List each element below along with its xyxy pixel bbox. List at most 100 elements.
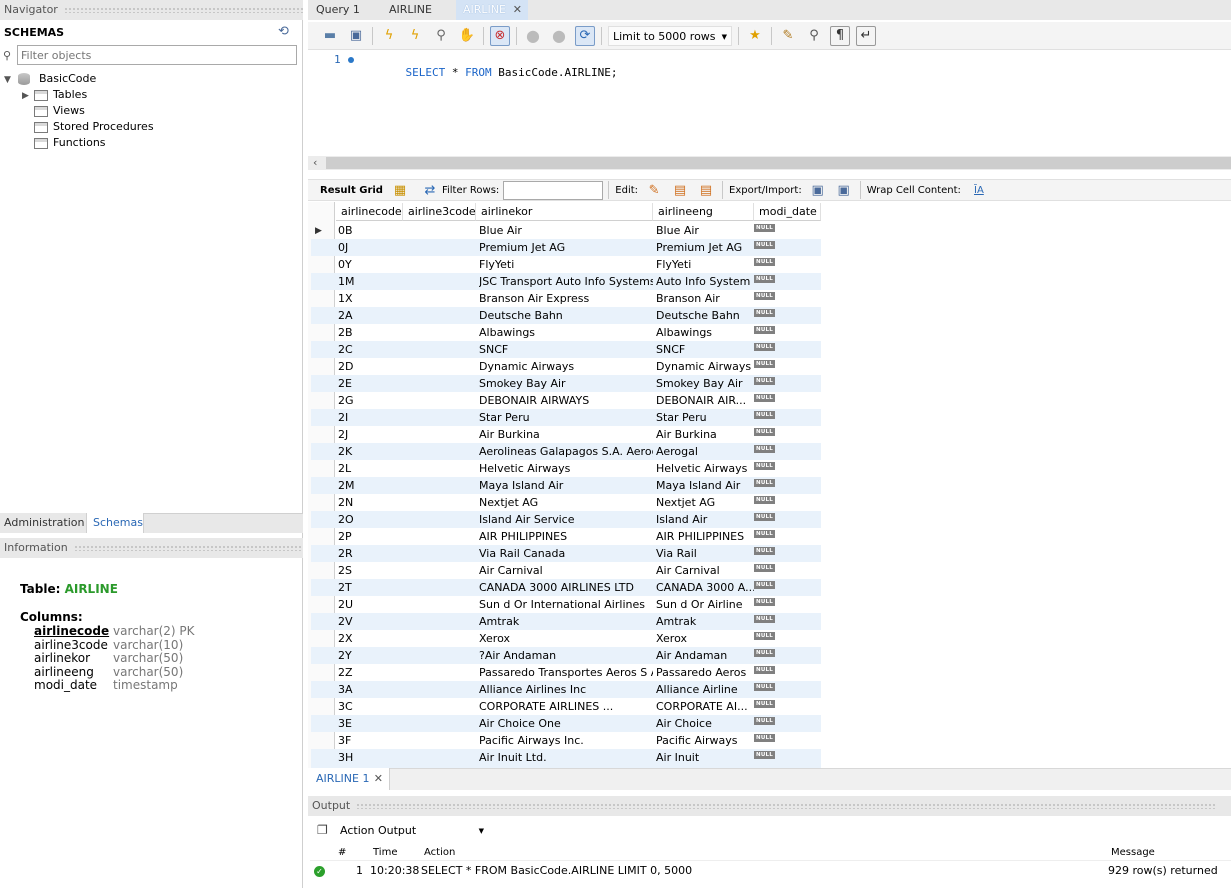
table-row[interactable]: 2D Dynamic Airways Dynamic Airways NULL <box>311 358 821 375</box>
import-icon[interactable]: ▣ <box>834 180 854 200</box>
execute-current-icon[interactable]: ϟ <box>405 26 425 46</box>
cell-airlinekor[interactable]: Island Air Service <box>479 511 653 528</box>
cell-airlineeng[interactable]: Air Inuit <box>656 749 754 766</box>
cell-airline3code[interactable] <box>404 698 476 715</box>
sql-editor[interactable]: 1 SELECT * FROM BasicCode.AIRLINE; <box>308 50 1231 156</box>
cell-airline3code[interactable] <box>404 732 476 749</box>
find-icon[interactable]: ⚲ <box>804 26 824 46</box>
cell-airlinecode[interactable]: 3E <box>338 715 404 732</box>
cell-airline3code[interactable] <box>404 443 476 460</box>
cell-modi-date-null-badge[interactable]: NULL <box>754 666 775 674</box>
cell-airlinekor[interactable]: Maya Island Air <box>479 477 653 494</box>
cell-airlineeng[interactable]: Branson Air <box>656 290 754 307</box>
cell-modi-date-null-badge[interactable]: NULL <box>754 479 775 487</box>
cell-airline3code[interactable] <box>404 273 476 290</box>
sql-text[interactable]: SELECT * FROM BasicCode.AIRLINE; <box>379 53 618 92</box>
tree-item-views[interactable]: Views <box>34 103 85 119</box>
cell-airlinecode[interactable]: 2L <box>338 460 404 477</box>
cell-airlineeng[interactable]: Helvetic Airways <box>656 460 754 477</box>
cell-airlinecode[interactable]: 2C <box>338 341 404 358</box>
cell-airlinekor[interactable]: Blue Air <box>479 222 653 239</box>
cell-airlinecode[interactable]: 2P <box>338 528 404 545</box>
cell-airline3code[interactable] <box>404 239 476 256</box>
cell-airlinekor[interactable]: CORPORATE AIRLINES ... <box>479 698 653 715</box>
table-row[interactable]: 1X Branson Air Express Branson Air NULL <box>311 290 821 307</box>
cell-modi-date-null-badge[interactable]: NULL <box>754 734 775 742</box>
tab-airline-1[interactable]: AIRLINE 1 ✕ <box>308 768 390 790</box>
close-tab-icon[interactable]: ✕ <box>513 0 522 20</box>
edit-row-icon[interactable]: ✎ <box>644 180 664 200</box>
cell-airlinecode[interactable]: 3A <box>338 681 404 698</box>
cell-airlinekor[interactable]: Smokey Bay Air <box>479 375 653 392</box>
table-row[interactable]: 0Y FlyYeti FlyYeti NULL <box>311 256 821 273</box>
cell-airlinekor[interactable]: Amtrak <box>479 613 653 630</box>
cell-modi-date-null-badge[interactable]: NULL <box>754 462 775 470</box>
cell-airlinecode[interactable]: 2Z <box>338 664 404 681</box>
cell-airline3code[interactable] <box>404 562 476 579</box>
wrap-lines-icon[interactable]: ↵ <box>856 25 876 46</box>
autocommit-icon[interactable]: ⟳ <box>575 25 595 46</box>
cell-airlineeng[interactable]: SNCF <box>656 341 754 358</box>
output-row[interactable]: ✓ 1 10:20:38 SELECT * FROM BasicCode.AIR… <box>310 863 1231 881</box>
cell-modi-date-null-badge[interactable]: NULL <box>754 581 775 589</box>
cell-airline3code[interactable] <box>404 375 476 392</box>
cell-airlinecode[interactable]: 2V <box>338 613 404 630</box>
commit-icon[interactable]: ● <box>523 26 543 46</box>
table-row[interactable]: 2O Island Air Service Island Air NULL <box>311 511 821 528</box>
cell-airlinekor[interactable]: Alliance Airlines Inc <box>479 681 653 698</box>
cell-airline3code[interactable] <box>404 715 476 732</box>
cell-modi-date-null-badge[interactable]: NULL <box>754 275 775 283</box>
cell-airlinekor[interactable]: Star Peru <box>479 409 653 426</box>
invisible-chars-icon[interactable]: ¶ <box>830 25 850 46</box>
table-row[interactable]: 3E Air Choice One Air Choice NULL <box>311 715 821 732</box>
cell-airlineeng[interactable]: Nextjet AG <box>656 494 754 511</box>
cell-modi-date-null-badge[interactable]: NULL <box>754 649 775 657</box>
cell-airlineeng[interactable]: FlyYeti <box>656 256 754 273</box>
tree-item-stored-procedures[interactable]: Stored Procedures <box>34 119 154 135</box>
wrap-cell-icon[interactable]: ĪA <box>969 180 989 200</box>
cell-modi-date-null-badge[interactable]: NULL <box>754 700 775 708</box>
cell-airlinekor[interactable]: Air Choice One <box>479 715 653 732</box>
col-header-airlinecode[interactable]: airlinecode <box>336 203 403 221</box>
table-row[interactable]: 2M Maya Island Air Maya Island Air NULL <box>311 477 821 494</box>
cell-airlinekor[interactable]: Air Inuit Ltd. <box>479 749 653 766</box>
cell-modi-date-null-badge[interactable]: NULL <box>754 632 775 640</box>
editor-h-scrollbar[interactable]: ‹ <box>308 156 1231 170</box>
expand-arrow-icon[interactable]: ▼ <box>4 72 14 88</box>
cell-airlineeng[interactable]: Sun d Or Airline <box>656 596 754 613</box>
cell-airline3code[interactable] <box>404 545 476 562</box>
table-row[interactable]: 3A Alliance Airlines Inc Alliance Airline N… <box>311 681 821 698</box>
execute-icon[interactable]: ϟ <box>379 26 399 46</box>
cell-airlinecode[interactable]: 2A <box>338 307 404 324</box>
cell-airline3code[interactable] <box>404 392 476 409</box>
table-row[interactable]: 3C CORPORATE AIRLINES ... CORPORATE AI... N… <box>311 698 821 715</box>
cell-modi-date-null-badge[interactable]: NULL <box>754 751 775 759</box>
cell-airlineeng[interactable]: Maya Island Air <box>656 477 754 494</box>
cell-airlinekor[interactable]: Via Rail Canada <box>479 545 653 562</box>
tab-airline[interactable]: AIRLINE <box>380 0 454 20</box>
cell-airlinekor[interactable]: CANADA 3000 AIRLINES LTD <box>479 579 653 596</box>
cell-airline3code[interactable] <box>404 630 476 647</box>
cell-airline3code[interactable] <box>404 494 476 511</box>
cell-airlineeng[interactable]: AIR PHILIPPINES <box>656 528 754 545</box>
cell-airlineeng[interactable]: Alliance Airline <box>656 681 754 698</box>
output-selector[interactable]: Action Output ▼ <box>336 821 488 841</box>
scroll-left-icon[interactable]: ‹ <box>313 156 317 169</box>
beautify-icon[interactable]: ✎ <box>778 26 798 46</box>
cell-airlinecode[interactable]: 0Y <box>338 256 404 273</box>
cell-airlinekor[interactable]: DEBONAIR AIRWAYS <box>479 392 653 409</box>
table-row[interactable]: 2S Air Carnival Air Carnival NULL <box>311 562 821 579</box>
cell-airline3code[interactable] <box>404 613 476 630</box>
cell-airlinecode[interactable]: 0J <box>338 239 404 256</box>
cell-modi-date-null-badge[interactable]: NULL <box>754 615 775 623</box>
cell-airlinecode[interactable]: 3H <box>338 749 404 766</box>
cell-airlinecode[interactable]: 2B <box>338 324 404 341</box>
cell-airlinecode[interactable]: 2E <box>338 375 404 392</box>
cell-airlinecode[interactable]: 2U <box>338 596 404 613</box>
cell-airlinecode[interactable]: 1X <box>338 290 404 307</box>
cell-modi-date-null-badge[interactable]: NULL <box>754 530 775 538</box>
cell-modi-date-null-badge[interactable]: NULL <box>754 377 775 385</box>
table-row[interactable]: 2T CANADA 3000 AIRLINES LTD CANADA 3000 A.… <box>311 579 821 596</box>
table-row[interactable]: 2G DEBONAIR AIRWAYS DEBONAIR AIR... NULL <box>311 392 821 409</box>
cell-airlineeng[interactable]: Smokey Bay Air <box>656 375 754 392</box>
